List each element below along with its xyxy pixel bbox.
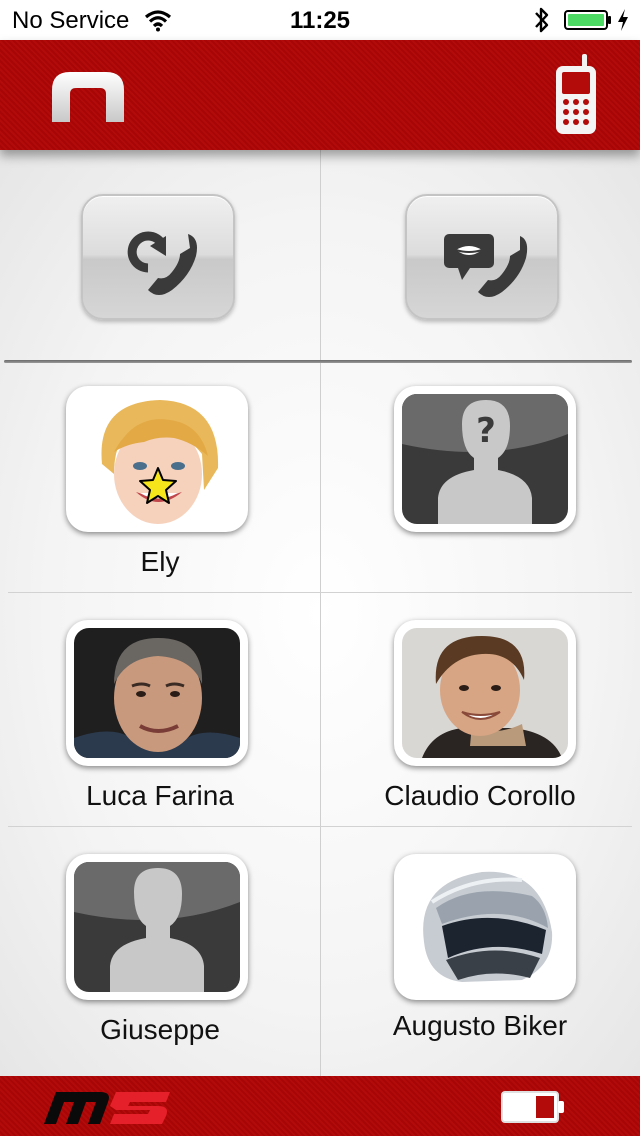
bluetooth-icon bbox=[535, 7, 549, 33]
app-header bbox=[0, 40, 640, 150]
contact-name: Augusto Biker bbox=[392, 1010, 568, 1041]
contact-tile[interactable]: Luca Farina bbox=[0, 600, 320, 832]
status-bar: No Service 11:25 bbox=[0, 0, 640, 40]
avatar-frame bbox=[66, 386, 248, 532]
mobile-phone-icon[interactable] bbox=[554, 54, 598, 136]
avatar-frame bbox=[66, 854, 248, 1000]
redial-button[interactable] bbox=[81, 194, 235, 320]
avatar-frame: ? bbox=[394, 386, 576, 532]
avatar-frame bbox=[394, 854, 576, 1000]
m5-logo bbox=[44, 1092, 170, 1124]
battery-icon bbox=[564, 10, 611, 30]
contact-tile-empty[interactable]: ? bbox=[320, 366, 640, 598]
contact-silhouette bbox=[74, 862, 240, 992]
contact-tile[interactable]: Claudio Corollo bbox=[320, 600, 640, 832]
brand-logo bbox=[52, 72, 124, 122]
contact-name: Giuseppe bbox=[100, 1014, 220, 1045]
voice-call-icon bbox=[444, 234, 528, 297]
contact-tile[interactable]: Giuseppe bbox=[0, 834, 320, 1066]
app-footer bbox=[0, 1076, 640, 1136]
device-battery-icon bbox=[501, 1091, 564, 1123]
avatar bbox=[402, 862, 568, 992]
avatar bbox=[402, 628, 568, 758]
favorite-star-icon bbox=[139, 467, 177, 504]
avatar-frame bbox=[394, 620, 576, 766]
photo-motorcycle-helmet bbox=[402, 862, 568, 992]
contact-name: Ely bbox=[140, 546, 180, 577]
contact-tile[interactable]: Ely bbox=[0, 366, 320, 598]
avatar-frame bbox=[66, 620, 248, 766]
avatar bbox=[74, 628, 240, 758]
charging-icon bbox=[618, 9, 628, 31]
voice-call-button[interactable] bbox=[405, 194, 559, 320]
photo-man-brown-hair bbox=[402, 628, 568, 758]
svg-text:?: ? bbox=[476, 411, 496, 451]
unknown-contact-silhouette: ? bbox=[402, 394, 568, 524]
photo-man-grey-hair bbox=[74, 628, 240, 758]
section-divider bbox=[4, 360, 632, 363]
avatar bbox=[74, 862, 240, 992]
speed-dial-grid: Ely ? Luca Farina Claudio Corollo Giusep… bbox=[0, 150, 640, 1076]
contact-name: Claudio Corollo bbox=[384, 780, 576, 811]
avatar: ? bbox=[402, 394, 568, 524]
contact-name: Luca Farina bbox=[86, 780, 234, 811]
redial-icon bbox=[127, 231, 197, 295]
contact-tile[interactable]: Augusto Biker bbox=[320, 834, 640, 1066]
